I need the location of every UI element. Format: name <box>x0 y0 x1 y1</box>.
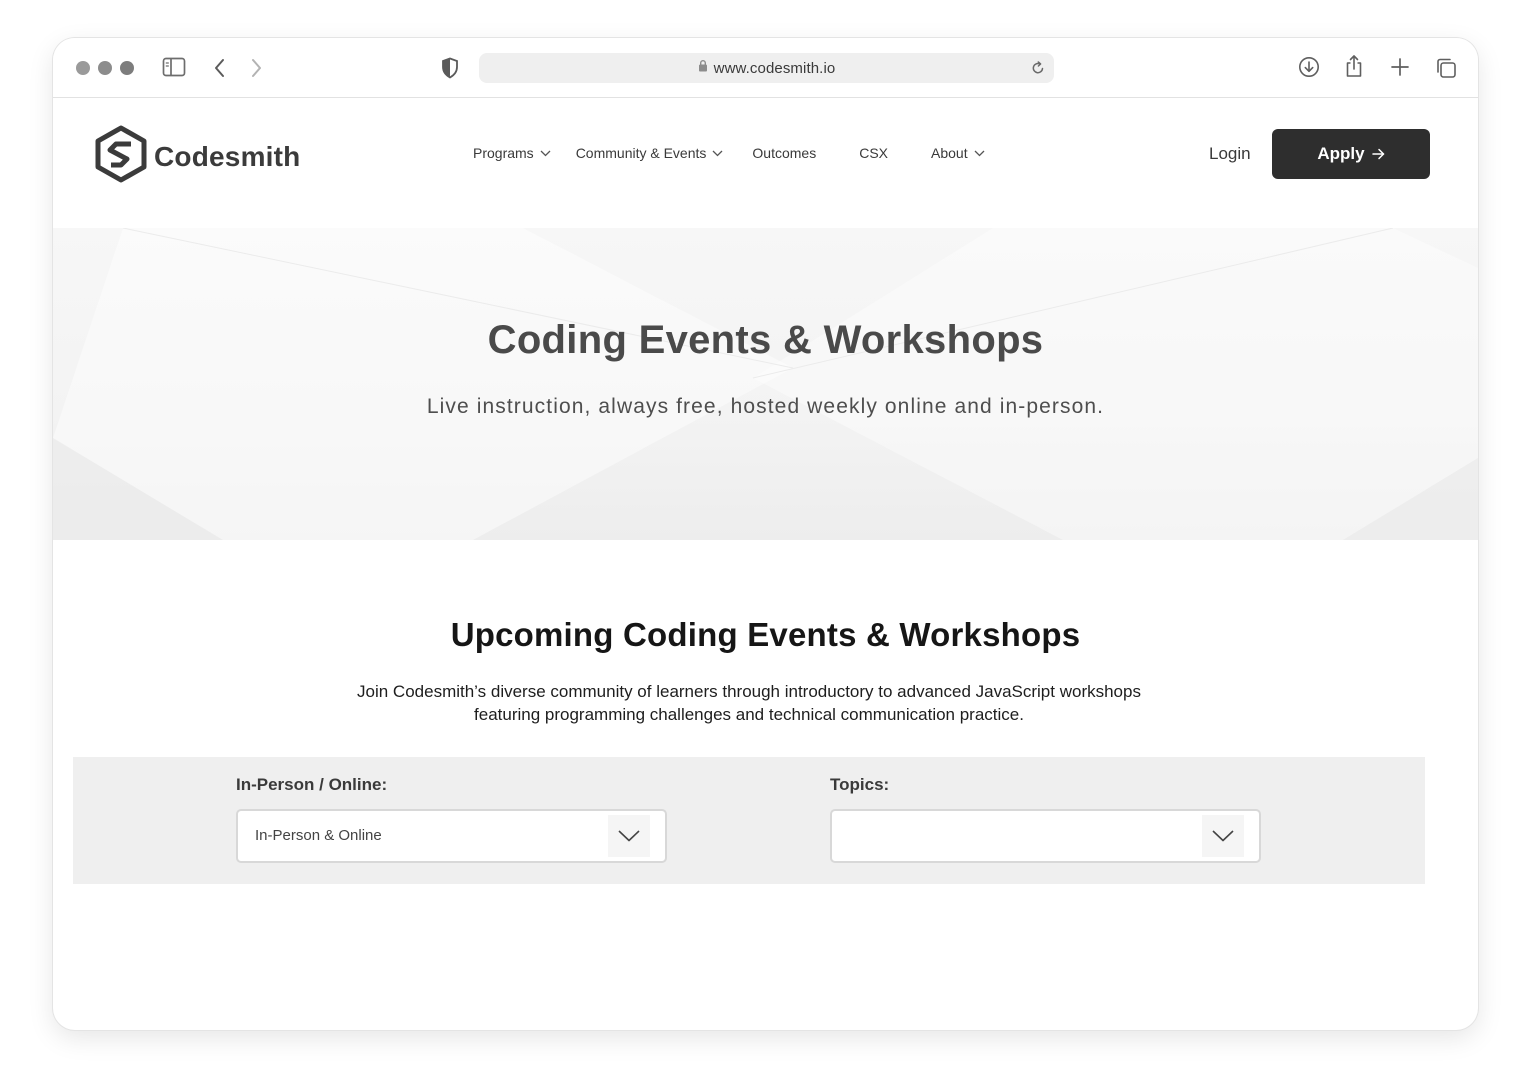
lock-icon <box>698 59 708 77</box>
chevron-down-icon[interactable] <box>1202 815 1244 857</box>
url-text: www.codesmith.io <box>713 59 836 77</box>
mode-filter-label: In-Person / Online: <box>236 775 388 794</box>
chevron-down-icon <box>712 150 723 156</box>
nav-item-csx[interactable]: CSX <box>859 145 888 161</box>
nav-item-label: Programs <box>473 145 534 161</box>
browser-toolbar: www.codesmith.io <box>53 38 1478 98</box>
chevron-down-icon[interactable] <box>608 815 650 857</box>
new-tab-plus-icon[interactable] <box>1390 57 1410 77</box>
hero-background-pattern <box>53 228 1478 540</box>
tab-overview-icon[interactable] <box>1435 57 1457 79</box>
upcoming-title: Upcoming Coding Events & Workshops <box>450 616 1081 653</box>
nav-item-label: Outcomes <box>752 145 817 161</box>
nav-item-label: Community & Events <box>575 145 707 161</box>
nav-item-community-events[interactable]: Community & Events <box>576 145 724 161</box>
topics-select[interactable] <box>830 809 1261 863</box>
back-arrow-icon[interactable] <box>213 57 227 79</box>
site-header: Codesmith Programs Community & Events Ou… <box>53 98 1478 210</box>
address-bar[interactable]: www.codesmith.io <box>479 53 1054 83</box>
brand-logo[interactable]: Codesmith <box>94 125 300 188</box>
arrow-right-icon <box>1371 148 1384 160</box>
share-icon[interactable] <box>1344 54 1364 78</box>
hero-title: Coding Events & Workshops <box>487 318 1044 362</box>
minimize-window-button[interactable] <box>98 61 112 75</box>
main-nav: Programs Community & Events Outcomes CSX… <box>473 145 985 161</box>
nav-item-label: About <box>931 145 968 161</box>
topics-filter-label: Topics: <box>830 775 890 794</box>
reload-icon[interactable] <box>1030 60 1046 81</box>
nav-item-programs[interactable]: Programs <box>473 145 551 161</box>
nav-item-about[interactable]: About <box>931 145 985 161</box>
apply-button-label: Apply <box>1317 144 1365 163</box>
hero-banner: Coding Events & Workshops Live instructi… <box>53 228 1478 540</box>
hero-subtitle: Live instruction, always free, hosted we… <box>426 395 1105 418</box>
downloads-icon[interactable] <box>1298 56 1320 78</box>
shield-privacy-icon[interactable] <box>441 57 459 79</box>
upcoming-description: Join Codesmith’s diverse community of le… <box>357 682 1141 724</box>
login-link[interactable]: Login <box>1209 144 1251 164</box>
forward-arrow-icon[interactable] <box>249 57 263 79</box>
nav-item-outcomes[interactable]: Outcomes <box>752 145 816 161</box>
close-window-button[interactable] <box>76 61 90 75</box>
mode-select[interactable]: In-Person & Online <box>236 809 667 863</box>
chevron-down-icon <box>540 150 551 156</box>
nav-item-label: CSX <box>859 145 889 161</box>
zoom-window-button[interactable] <box>120 61 134 75</box>
chevron-down-icon <box>974 150 985 156</box>
event-filters: In-Person / Online: In-Person & Online T… <box>73 757 1425 884</box>
brand-name: Codesmith <box>154 140 301 172</box>
browser-window: www.codesmith.io Codesmith Programs Comm… <box>53 38 1478 1030</box>
sidebar-toggle-icon[interactable] <box>162 57 186 77</box>
mode-select-value: In-Person & Online <box>255 827 382 844</box>
codesmith-logo-icon <box>94 125 148 188</box>
apply-button[interactable]: Apply <box>1272 129 1430 179</box>
